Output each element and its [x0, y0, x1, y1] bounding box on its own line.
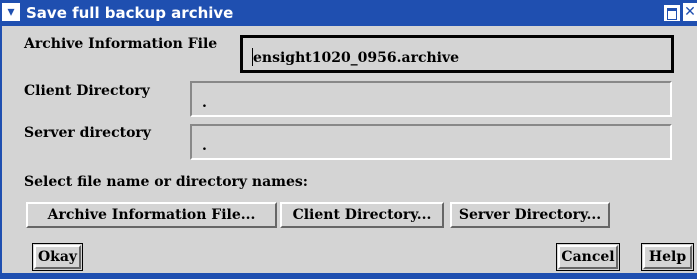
- help-button-label: Help: [643, 245, 692, 269]
- select-prompt: Select file name or directory names:: [24, 174, 308, 190]
- archive-info-field[interactable]: ensight1020_0956.archive: [240, 35, 674, 73]
- archive-info-file-button[interactable]: Archive Information File...: [26, 202, 277, 228]
- client-directory-value: .: [202, 95, 207, 111]
- window-bottom-border: [0, 273, 697, 279]
- window-title: Save full backup archive: [26, 4, 234, 22]
- maximize-icon[interactable]: [664, 5, 680, 21]
- server-directory-label: Server directory: [24, 125, 151, 141]
- server-directory-button[interactable]: Server Directory...: [450, 202, 610, 228]
- cancel-button-label: Cancel: [558, 245, 618, 269]
- okay-button[interactable]: Okay: [32, 243, 83, 271]
- server-directory-value: .: [202, 138, 207, 154]
- help-button[interactable]: Help: [641, 243, 694, 271]
- client-directory-label: Client Directory: [24, 83, 150, 99]
- archive-info-value: ensight1020_0956.archive: [253, 50, 460, 66]
- client-directory-field[interactable]: .: [190, 81, 672, 117]
- close-icon[interactable]: ✕: [683, 3, 697, 21]
- cancel-button[interactable]: Cancel: [556, 243, 620, 271]
- client-directory-button[interactable]: Client Directory...: [280, 202, 444, 228]
- window-titlebar[interactable]: ▾ Save full backup archive ✕: [0, 0, 697, 26]
- archive-info-label: Archive Information File: [24, 36, 218, 52]
- okay-button-label: Okay: [34, 245, 81, 269]
- window-menu-icon[interactable]: ▾: [2, 3, 20, 21]
- server-directory-field[interactable]: .: [190, 124, 672, 160]
